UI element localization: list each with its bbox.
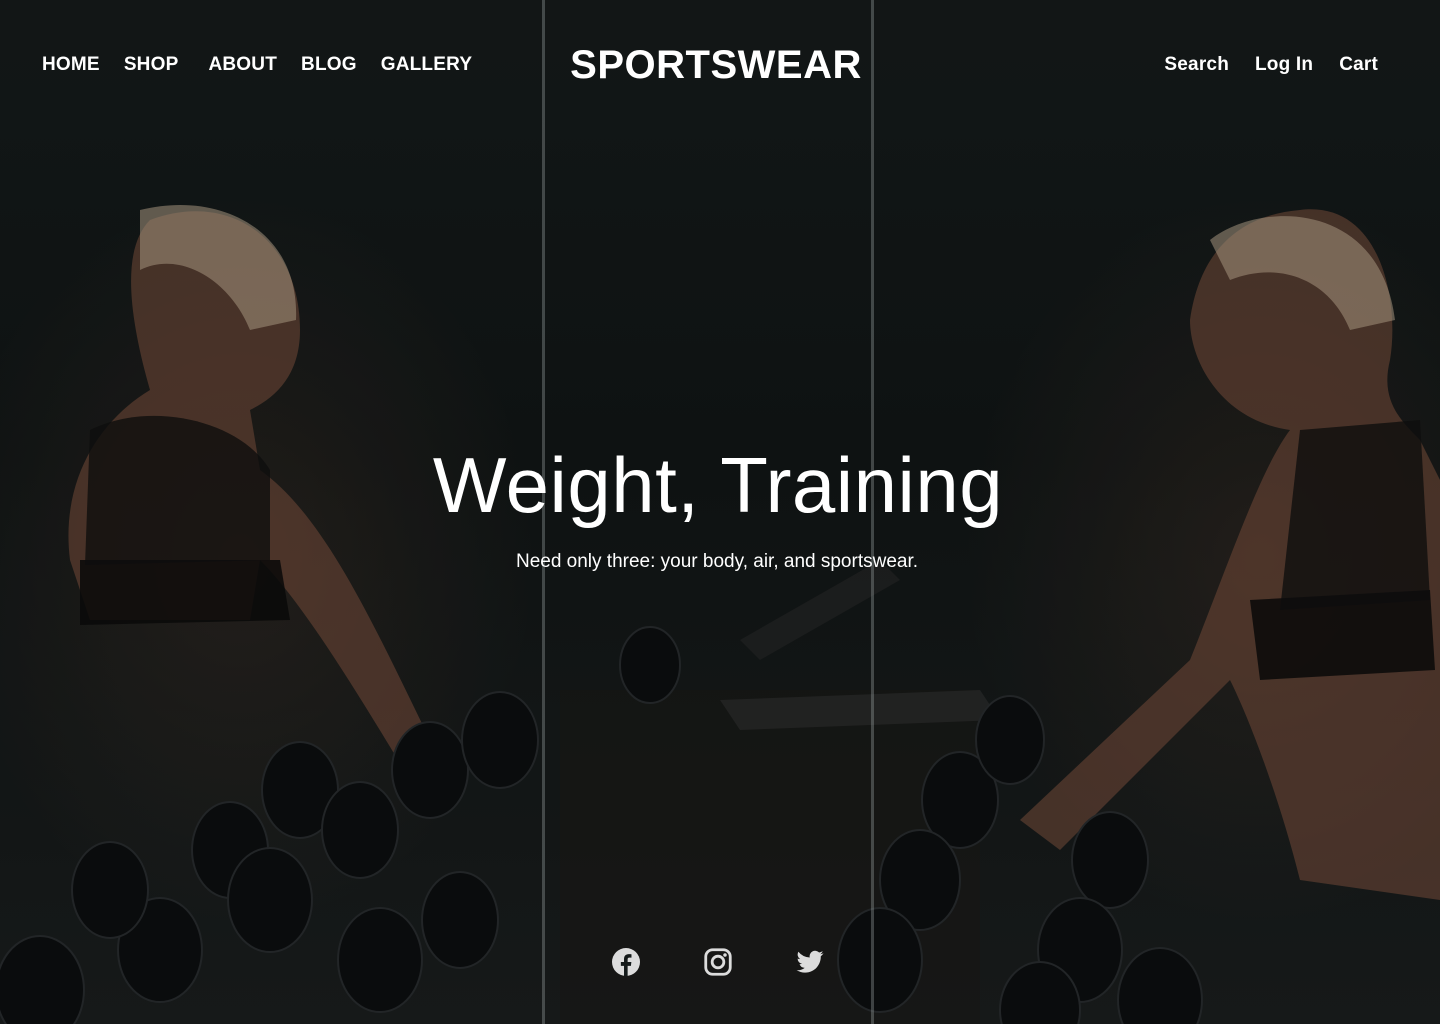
- utility-nav: Search Log In Cart: [1164, 54, 1378, 76]
- hero-subline: Need only three: your body, air, and spo…: [515, 551, 919, 572]
- search-link[interactable]: Search: [1164, 54, 1229, 76]
- twitter-icon[interactable]: [796, 948, 824, 976]
- social-links: [612, 948, 824, 976]
- facebook-icon[interactable]: [612, 948, 640, 976]
- login-link[interactable]: Log In: [1255, 54, 1313, 76]
- cart-link[interactable]: Cart: [1339, 54, 1378, 76]
- top-navigation: HOME SHOP ABOUT BLOG GALLERY SPORTSWEAR …: [0, 0, 1440, 132]
- instagram-icon[interactable]: [704, 948, 732, 976]
- hero-section: HOME SHOP ABOUT BLOG GALLERY SPORTSWEAR …: [0, 0, 1440, 1024]
- hero-headline: Weight, Training: [432, 441, 1004, 529]
